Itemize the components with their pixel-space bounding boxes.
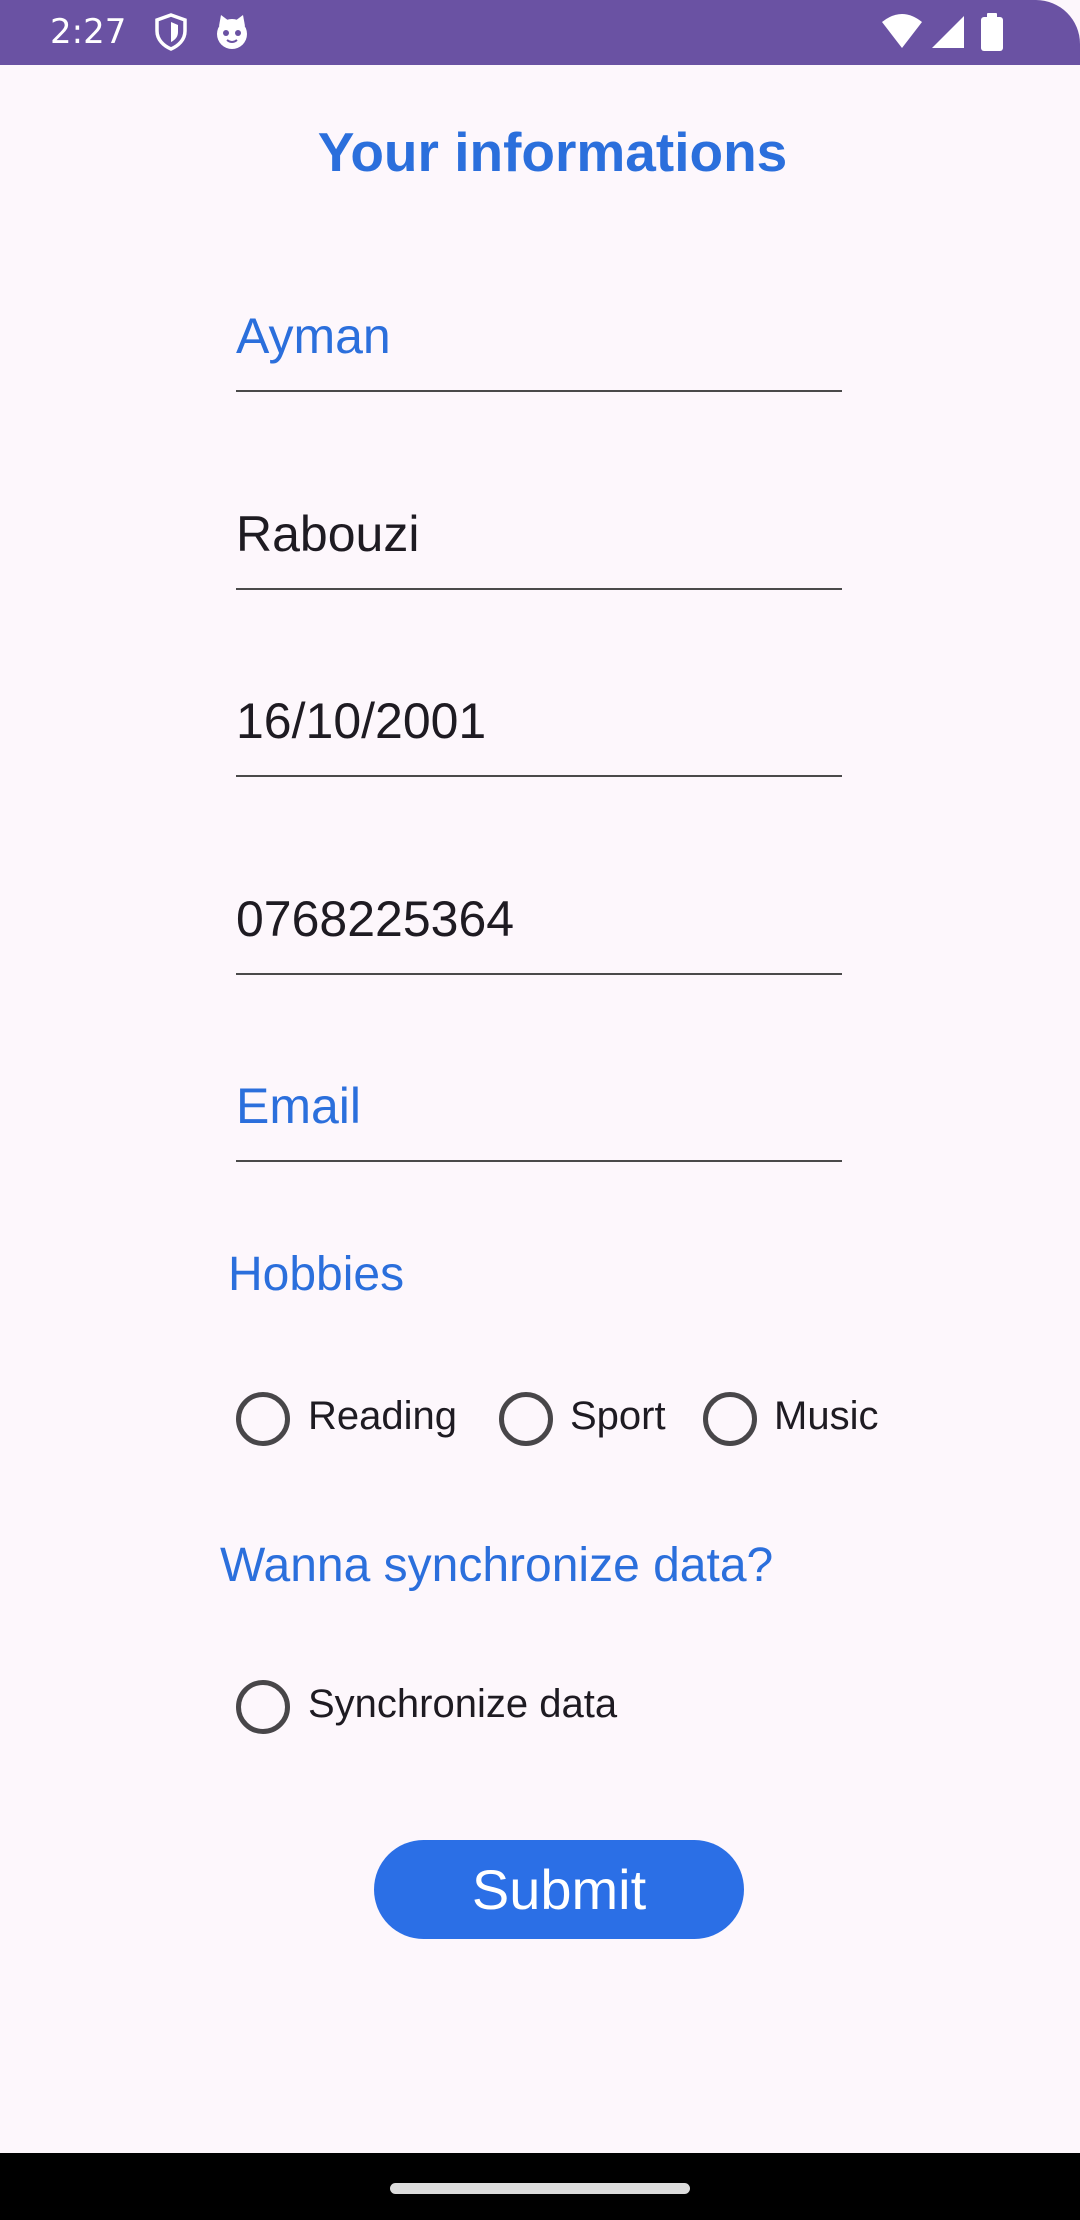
last-name-field[interactable]: Rabouzi (236, 488, 842, 590)
submit-button[interactable]: Submit (374, 1840, 744, 1939)
home-handle[interactable] (390, 2183, 690, 2194)
synchronize-radio[interactable] (236, 1680, 290, 1734)
hobbies-label: Hobbies (228, 1248, 405, 1301)
synchronize-label[interactable]: Synchronize data (308, 1679, 617, 1729)
phone-value: 0768225364 (236, 891, 515, 947)
signal-icon (928, 12, 968, 52)
status-time: 2:27 (50, 12, 127, 52)
reading-label[interactable]: Reading (308, 1391, 457, 1441)
reading-radio[interactable] (236, 1392, 290, 1446)
last-name-value: Rabouzi (236, 506, 420, 562)
battery-icon (978, 12, 1006, 52)
first-name-field[interactable]: Ayman (236, 290, 842, 392)
sport-radio[interactable] (499, 1392, 553, 1446)
first-name-hint: Ayman (236, 308, 391, 364)
birth-date-value: 16/10/2001 (236, 693, 487, 749)
navigation-bar (0, 2153, 1080, 2220)
status-bar: 2:27 (0, 0, 1080, 65)
music-label[interactable]: Music (774, 1391, 878, 1441)
birth-date-field[interactable]: 16/10/2001 (236, 675, 842, 777)
phone-field[interactable]: 0768225364 (236, 873, 842, 975)
email-hint: Email (236, 1078, 362, 1134)
email-field[interactable]: Email (236, 1060, 842, 1162)
sync-label: Wanna synchronize data? (220, 1539, 774, 1592)
page-title: Your informations (317, 121, 788, 183)
wifi-icon (880, 12, 924, 52)
music-radio[interactable] (703, 1392, 757, 1446)
cat-face-icon (212, 12, 252, 52)
shield-icon (151, 12, 191, 52)
sport-label[interactable]: Sport (570, 1391, 666, 1441)
